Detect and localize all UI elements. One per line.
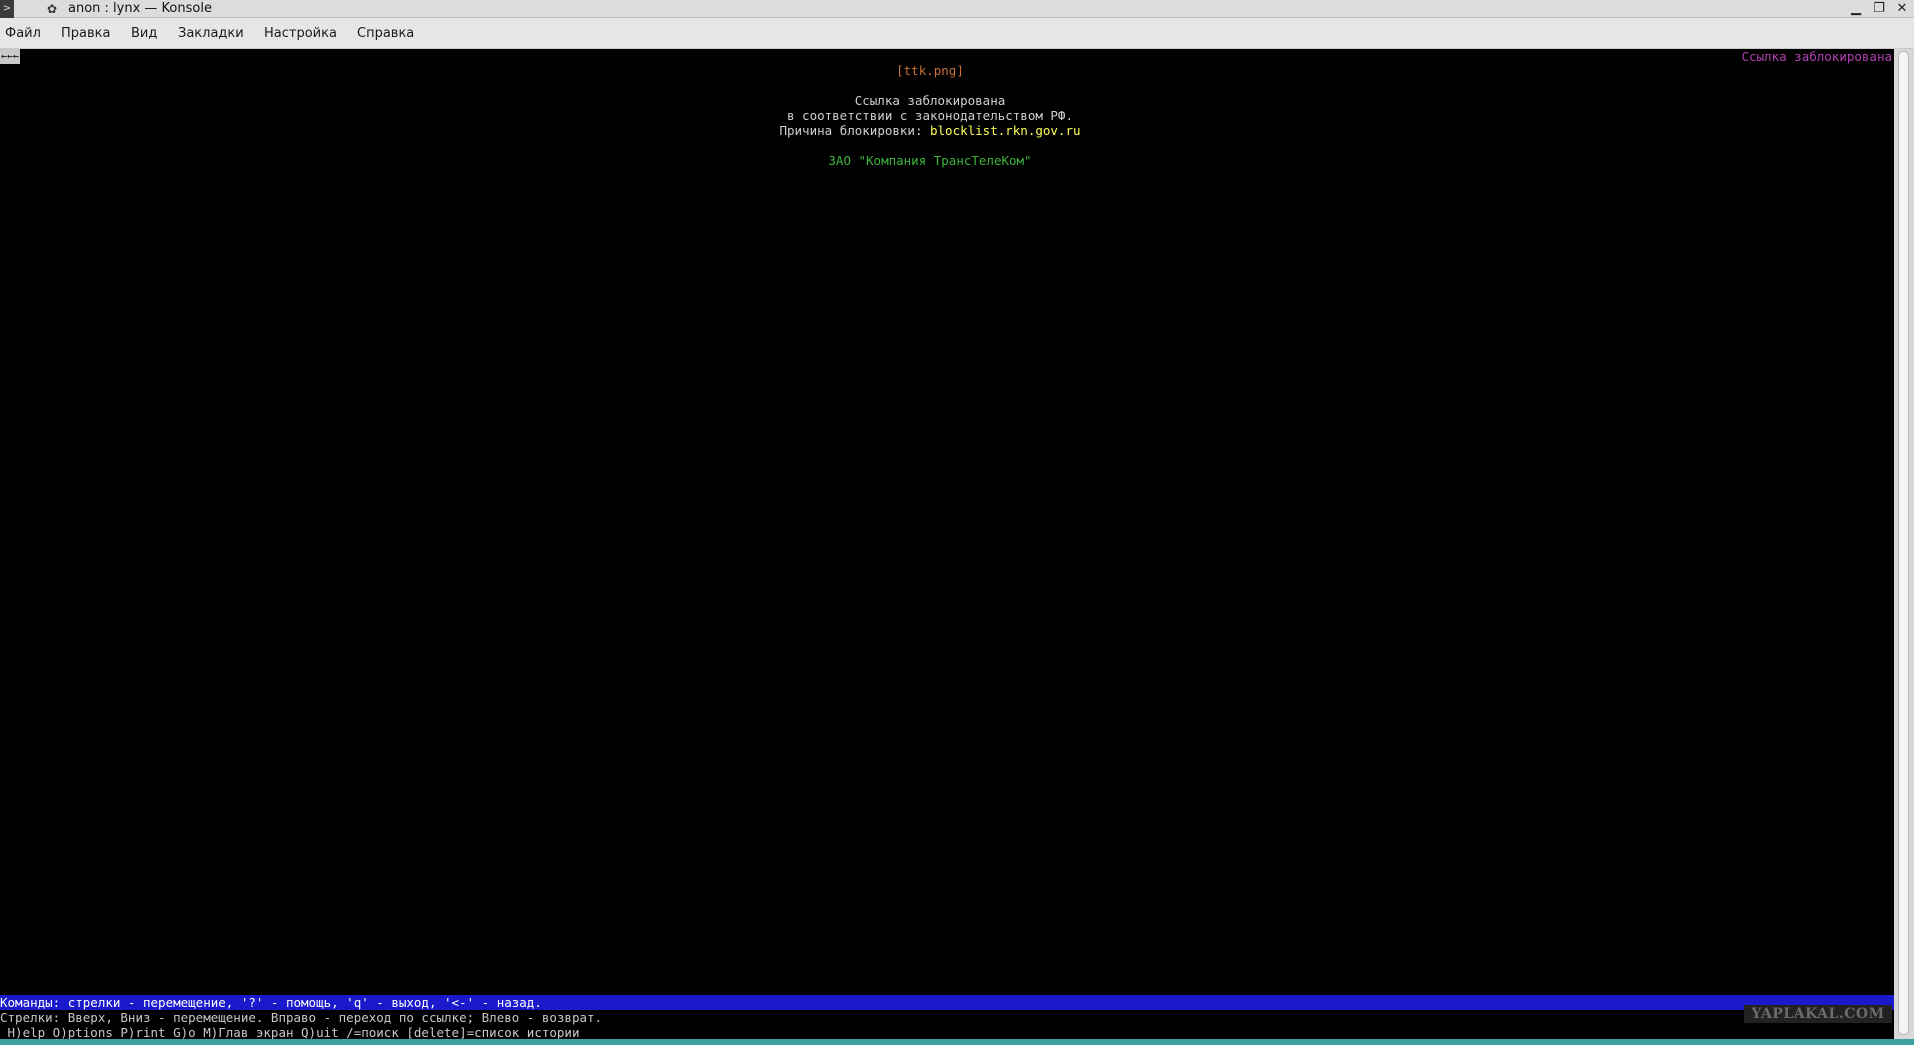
terminal-app-icon[interactable]: > [0,0,14,18]
image-link[interactable]: [ttk.png] [0,63,1860,78]
blocked-heading: Ссылка заблокирована [854,93,1006,108]
command-status-bar: Команды: стрелки - перемещение, '?' - по… [0,995,1894,1010]
reason-label: Причина блокировки: [779,123,930,138]
law-line: в соответствии с законодательством РФ. [787,108,1073,123]
scrollbar-thumb[interactable] [1898,51,1909,1035]
company-name: ЗАО "Компания ТрансТелеКом" [828,153,1032,168]
window-menu-icon[interactable]: ✿ [45,2,59,16]
key-commands-line: H)elp O)ptions P)rint G)o M)Глав экран Q… [0,1025,580,1040]
menu-bookmarks[interactable]: Закладки [178,18,244,49]
menu-file[interactable]: Файл [5,18,41,49]
image-link-text[interactable]: [ttk.png] [896,63,964,78]
blocklist-link[interactable]: blocklist.rkn.gov.ru [930,123,1081,138]
back-arrows-icon[interactable]: ←←← [0,49,21,64]
maximize-button[interactable]: ❐ [1870,1,1888,17]
terminal-scrollbar[interactable] [1894,49,1914,1039]
reason-line: Причина блокировки: blocklist.rkn.gov.ru [0,123,1860,138]
close-button[interactable]: ✕ [1893,1,1911,17]
window-titlebar: > ✿ anon : lynx — Konsole ▁ ❐ ✕ [0,0,1914,18]
page-status-title: Ссылка заблокирована [1741,49,1892,64]
navigation-hint: Стрелки: Вверх, Вниз - перемещение. Впра… [0,1010,603,1025]
menu-edit[interactable]: Правка [61,18,110,49]
terminal-view[interactable]: ←←← Ссылка заблокирована [ttk.png] Ссылк… [0,49,1894,1040]
minimize-button[interactable]: ▁ [1847,1,1865,17]
menu-help[interactable]: Справка [357,18,414,49]
window-bottom-edge [0,1039,1914,1045]
window-title: anon : lynx — Konsole [68,1,212,16]
watermark-logo: YAPLAKAL.COM [1744,1005,1892,1023]
menu-settings[interactable]: Настройка [264,18,337,49]
menu-bar: Файл Правка Вид Закладки Настройка Справ… [0,18,1914,49]
menu-view[interactable]: Вид [131,18,157,49]
